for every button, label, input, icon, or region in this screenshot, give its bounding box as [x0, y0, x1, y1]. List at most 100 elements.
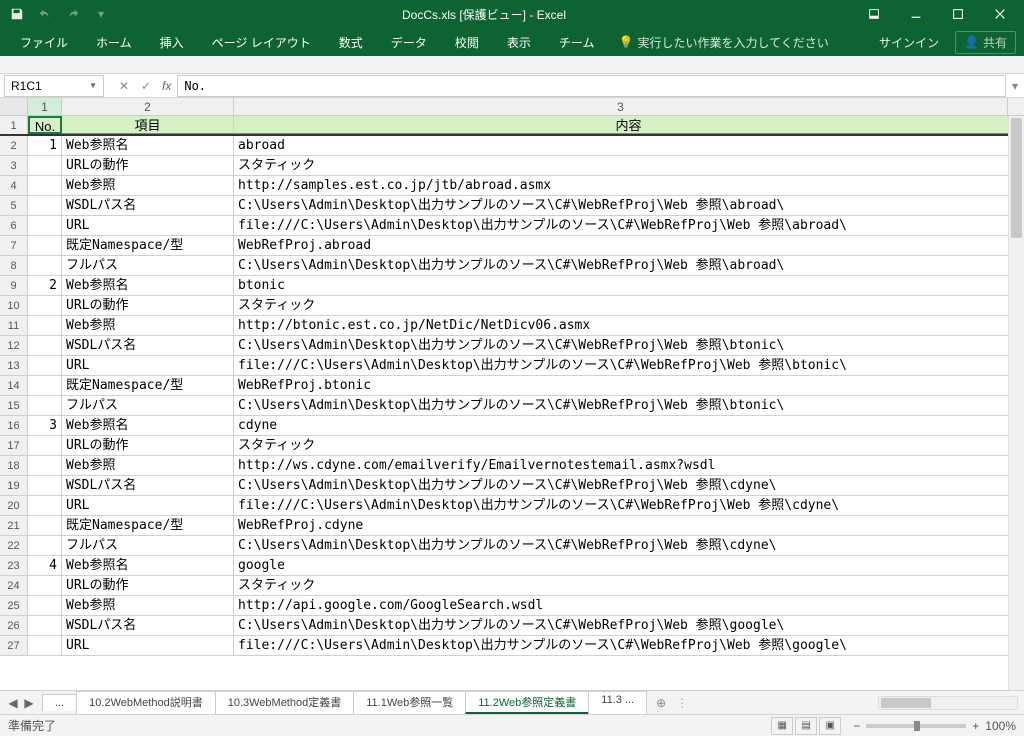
cell-item[interactable]: Web参照名	[62, 136, 234, 155]
redo-button[interactable]	[60, 2, 86, 26]
cell-content[interactable]: http://ws.cdyne.com/emailverify/Emailver…	[234, 456, 1024, 475]
undo-button[interactable]	[32, 2, 58, 26]
tab-home[interactable]: ホーム	[84, 30, 144, 55]
row-header[interactable]: 9	[0, 276, 28, 295]
cancel-formula-button[interactable]: ✕	[114, 79, 134, 93]
view-break-button[interactable]: ▣	[819, 717, 841, 735]
cell-item[interactable]: 既定Namespace/型	[62, 516, 234, 535]
cell-item[interactable]: URLの動作	[62, 576, 234, 595]
cell-no[interactable]	[28, 256, 62, 275]
row-header[interactable]: 16	[0, 416, 28, 435]
row-header[interactable]: 21	[0, 516, 28, 535]
close-button[interactable]	[980, 1, 1020, 27]
row-header[interactable]: 27	[0, 636, 28, 655]
horizontal-scrollbar[interactable]	[878, 696, 1018, 710]
cell-no[interactable]	[28, 296, 62, 315]
zoom-in-button[interactable]: +	[972, 719, 979, 733]
row-header[interactable]: 12	[0, 336, 28, 355]
cell-no[interactable]	[28, 176, 62, 195]
cell-content[interactable]: cdyne	[234, 416, 1024, 435]
vertical-scrollbar[interactable]	[1008, 116, 1024, 690]
cell-no[interactable]	[28, 516, 62, 535]
tab-team[interactable]: チーム	[547, 30, 607, 55]
tab-view[interactable]: 表示	[495, 30, 543, 55]
cell-no[interactable]	[28, 536, 62, 555]
scrollbar-thumb[interactable]	[1011, 118, 1022, 238]
row-header[interactable]: 25	[0, 596, 28, 615]
view-normal-button[interactable]: ▦	[771, 717, 793, 735]
row-header[interactable]: 23	[0, 556, 28, 575]
cell-no[interactable]	[28, 576, 62, 595]
row-header[interactable]: 22	[0, 536, 28, 555]
cell-content[interactable]: C:\Users\Admin\Desktop\出力サンプルのソース\C#\Web…	[234, 256, 1024, 275]
row-header[interactable]: 17	[0, 436, 28, 455]
header-content[interactable]: 内容	[234, 116, 1024, 134]
cell-item[interactable]: フルパス	[62, 396, 234, 415]
cell-item[interactable]: URLの動作	[62, 156, 234, 175]
cell-item[interactable]: フルパス	[62, 256, 234, 275]
cell-content[interactable]: google	[234, 556, 1024, 575]
cell-no[interactable]: 3	[28, 416, 62, 435]
cell-item[interactable]: URL	[62, 496, 234, 515]
cell-content[interactable]: file:///C:\Users\Admin\Desktop\出力サンプルのソー…	[234, 636, 1024, 655]
cell-item[interactable]: 既定Namespace/型	[62, 236, 234, 255]
sheet-nav-next[interactable]: ▶	[22, 696, 36, 710]
cell-item[interactable]: Web参照	[62, 316, 234, 335]
cell-content[interactable]: WebRefProj.abroad	[234, 236, 1024, 255]
row-header[interactable]: 10	[0, 296, 28, 315]
cell-content[interactable]: http://api.google.com/GoogleSearch.wsdl	[234, 596, 1024, 615]
tab-review[interactable]: 校閲	[443, 30, 491, 55]
cell-no[interactable]	[28, 476, 62, 495]
tab-data[interactable]: データ	[379, 30, 439, 55]
cell-item[interactable]: Web参照名	[62, 276, 234, 295]
cell-content[interactable]: file:///C:\Users\Admin\Desktop\出力サンプルのソー…	[234, 356, 1024, 375]
cell-content[interactable]: C:\Users\Admin\Desktop\出力サンプルのソース\C#\Web…	[234, 616, 1024, 635]
cell-item[interactable]: 既定Namespace/型	[62, 376, 234, 395]
cell-content[interactable]: WebRefProj.btonic	[234, 376, 1024, 395]
cell-item[interactable]: Web参照	[62, 176, 234, 195]
tab-formulas[interactable]: 数式	[327, 30, 375, 55]
row-header[interactable]: 18	[0, 456, 28, 475]
cell-item[interactable]: Web参照	[62, 456, 234, 475]
grid-body[interactable]: 1 No. 項目 内容 21Web参照名abroad3URLの動作スタティック4…	[0, 116, 1024, 690]
cell-item[interactable]: URL	[62, 636, 234, 655]
row-header[interactable]: 20	[0, 496, 28, 515]
select-all-corner[interactable]	[0, 98, 28, 115]
tab-pagelayout[interactable]: ページ レイアウト	[200, 30, 323, 55]
maximize-button[interactable]	[938, 1, 978, 27]
row-header[interactable]: 1	[0, 116, 28, 134]
tell-me[interactable]: 💡 実行したい作業を入力してください	[618, 34, 828, 51]
cell-no[interactable]	[28, 496, 62, 515]
col-header-2[interactable]: 2	[62, 98, 234, 115]
zoom-out-button[interactable]: −	[853, 719, 860, 733]
cell-item[interactable]: WSDLパス名	[62, 616, 234, 635]
zoom-slider[interactable]	[866, 724, 966, 728]
cell-content[interactable]: C:\Users\Admin\Desktop\出力サンプルのソース\C#\Web…	[234, 396, 1024, 415]
row-header[interactable]: 24	[0, 576, 28, 595]
view-page-button[interactable]: ▤	[795, 717, 817, 735]
cell-no[interactable]: 4	[28, 556, 62, 575]
row-header[interactable]: 13	[0, 356, 28, 375]
cell-no[interactable]	[28, 316, 62, 335]
cell-no[interactable]	[28, 636, 62, 655]
cell-no[interactable]: 2	[28, 276, 62, 295]
cell-no[interactable]	[28, 596, 62, 615]
hscroll-thumb[interactable]	[881, 698, 931, 708]
cell-content[interactable]: スタティック	[234, 156, 1024, 175]
cell-no[interactable]	[28, 356, 62, 375]
cell-content[interactable]: C:\Users\Admin\Desktop\出力サンプルのソース\C#\Web…	[234, 336, 1024, 355]
cell-item[interactable]: Web参照名	[62, 416, 234, 435]
cell-content[interactable]: WebRefProj.cdyne	[234, 516, 1024, 535]
cell-item[interactable]: Web参照	[62, 596, 234, 615]
cell-no[interactable]	[28, 156, 62, 175]
cell-no[interactable]	[28, 336, 62, 355]
cell-content[interactable]: C:\Users\Admin\Desktop\出力サンプルのソース\C#\Web…	[234, 476, 1024, 495]
add-sheet-button[interactable]: ⊕	[650, 696, 672, 710]
cell-item[interactable]: フルパス	[62, 536, 234, 555]
col-header-3[interactable]: 3	[234, 98, 1008, 115]
signin-link[interactable]: サインイン	[879, 34, 939, 51]
cell-content[interactable]: C:\Users\Admin\Desktop\出力サンプルのソース\C#\Web…	[234, 196, 1024, 215]
row-header[interactable]: 19	[0, 476, 28, 495]
cell-content[interactable]: abroad	[234, 136, 1024, 155]
header-no[interactable]: No.	[28, 116, 62, 134]
